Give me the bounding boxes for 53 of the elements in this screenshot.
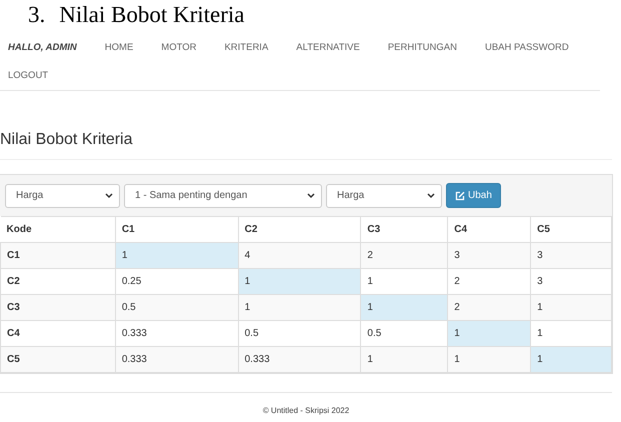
nav-link[interactable]: LOGOUT xyxy=(8,62,48,90)
column-header: C2 xyxy=(238,216,361,242)
document-heading: Nilai Bobot Kriteria xyxy=(59,2,244,29)
brand-link[interactable]: HALLO, ADMIN xyxy=(8,34,77,62)
column-header: Kode xyxy=(0,216,116,242)
table-cell: 0.5 xyxy=(360,320,448,346)
edit-icon xyxy=(455,190,465,200)
table-cell: 1 xyxy=(238,294,361,320)
row-header: C5 xyxy=(0,346,116,372)
chevron-down-icon xyxy=(307,192,315,198)
nav-link[interactable]: KRITERIA xyxy=(224,34,268,62)
table-cell: 3 xyxy=(448,242,531,268)
table-cell: 0.25 xyxy=(115,268,238,294)
table-cell: 0.5 xyxy=(115,294,238,320)
column-header: C1 xyxy=(115,216,238,242)
table-cell: 1 xyxy=(238,268,361,294)
chevron-down-icon xyxy=(427,192,435,198)
table-cell: 1 xyxy=(530,320,612,346)
table-cell: 1 xyxy=(360,294,448,320)
table-cell: 4 xyxy=(238,242,361,268)
table-cell: 2 xyxy=(448,294,531,320)
nav-link[interactable]: ALTERNATIVE xyxy=(296,34,360,62)
table-cell: 2 xyxy=(448,268,531,294)
nav-link[interactable]: PERHITUNGAN xyxy=(388,34,457,62)
table-cell: 0.333 xyxy=(115,346,238,372)
table-cell: 1 xyxy=(360,346,448,372)
table-cell: 0.5 xyxy=(238,320,361,346)
criterion-select[interactable]: Harga xyxy=(326,184,442,208)
edit-button[interactable]: Ubah xyxy=(446,183,501,208)
heading-number: 3. xyxy=(28,2,46,29)
row-header: C1 xyxy=(0,242,116,268)
criterion-select[interactable]: Harga xyxy=(5,184,120,208)
table-cell: 1 xyxy=(448,346,531,372)
nav-link[interactable]: UBAH PASSWORD xyxy=(484,34,569,62)
table-cell: 1 xyxy=(448,320,531,346)
chevron-down-icon xyxy=(105,192,113,198)
table-cell: 2 xyxy=(360,242,448,268)
nav-link[interactable]: MOTOR xyxy=(161,34,196,62)
row-header: C4 xyxy=(0,320,116,346)
page-title: Nilai Bobot Kriteria xyxy=(0,131,612,160)
table-cell: 3 xyxy=(530,268,612,294)
nav-link[interactable]: HOME xyxy=(104,34,134,62)
table-cell: 0.333 xyxy=(238,346,361,372)
table-cell: 3 xyxy=(530,242,612,268)
table-cell: 1 xyxy=(360,268,448,294)
table-cell: 1 xyxy=(115,242,238,268)
scale-select[interactable]: 1 - Sama penting dengan xyxy=(124,184,322,208)
footer-text: © Untitled - Skripsi 2022 xyxy=(262,406,350,415)
table-cell: 0.333 xyxy=(115,320,238,346)
row-header: C3 xyxy=(0,294,116,320)
table-cell: 1 xyxy=(530,346,612,372)
table-cell: 1 xyxy=(530,294,612,320)
row-header: C2 xyxy=(0,268,116,294)
